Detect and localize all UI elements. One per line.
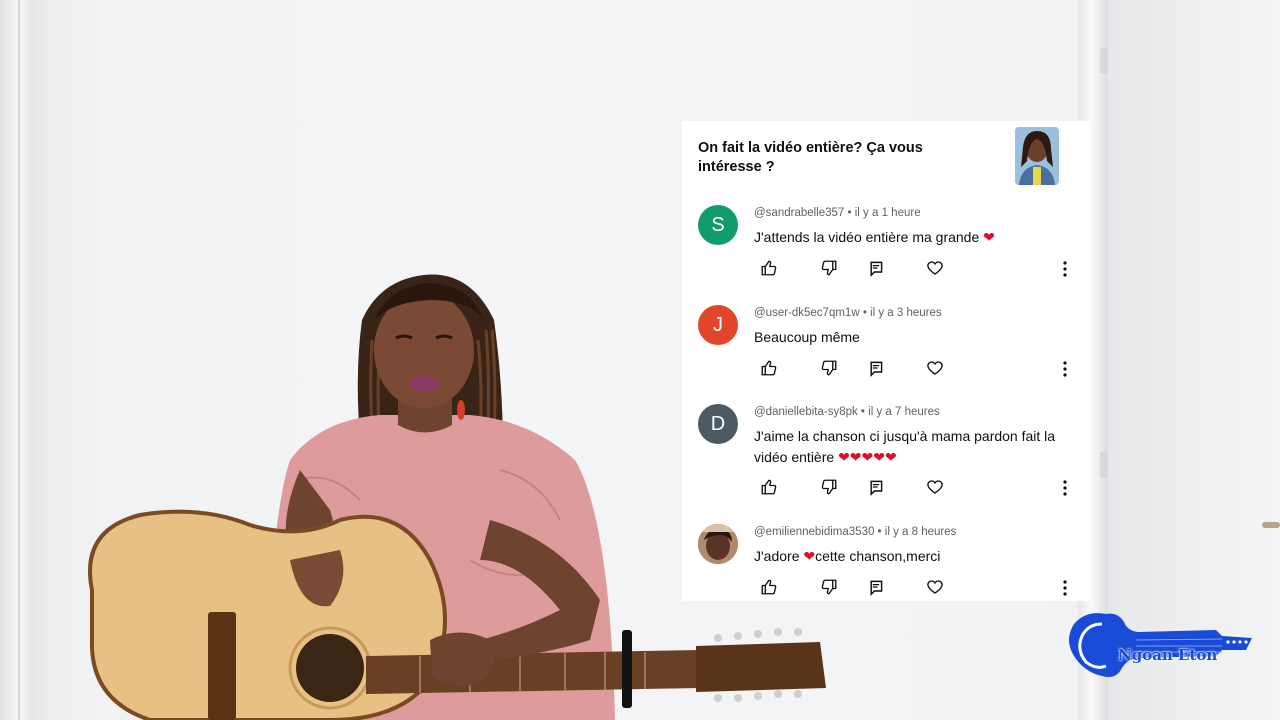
video-frame: On fait la vidéo entière? Ça vous intére… [0,0,1280,720]
heart-icon[interactable] [926,478,946,498]
like-icon[interactable] [760,359,780,379]
heart-emoji: ❤ [983,229,995,245]
more-icon[interactable] [1058,359,1072,379]
heart-emoji: ❤❤❤❤❤ [838,448,897,465]
comment-text: Beaucoup même [754,327,1074,348]
post-thumbnail[interactable] [1015,127,1059,185]
comment-text-body: J'adore [754,548,804,564]
comment-text-body: J'aime la chanson ci jusqu'à mama pardon… [754,428,1056,465]
heart-icon[interactable] [926,578,946,598]
comment-time: • il y a 7 heures [857,406,940,418]
dislike-icon[interactable] [820,478,840,498]
comment-text: J'attends la vidéo entière ma grande ❤ [754,227,1074,248]
comment-panel: On fait la vidéo entière? Ça vous intére… [682,121,1090,601]
avatar-photo [698,524,738,564]
like-icon[interactable] [760,478,780,498]
comment-actions [754,478,1074,500]
more-icon[interactable] [1058,478,1072,498]
avatar[interactable]: D [698,404,738,444]
reply-icon[interactable] [868,478,888,498]
comment-time: • il y a 3 heures [859,307,942,319]
comment-author[interactable]: @daniellebita-sy8pk [754,406,858,418]
comment-meta: @emiliennebidima3530 • il y a 8 heures [754,526,956,538]
comment-actions [754,259,1074,281]
comment-actions [754,578,1074,600]
more-icon[interactable] [1058,259,1072,279]
avatar[interactable]: J [698,305,738,345]
comment-author[interactable]: @sandrabelle357 [754,207,844,219]
comment-meta: @sandrabelle357 • il y a 1 heure [754,207,921,219]
comment-text: J'adore ❤cette chanson,merci [754,546,1074,567]
avatar[interactable]: S [698,205,738,245]
comment-text-body: cette chanson,merci [815,548,941,564]
comment-text-body: J'attends la vidéo entière ma grande [754,229,980,245]
comment-meta: @daniellebita-sy8pk • il y a 7 heures [754,406,940,418]
comment-author[interactable]: @emiliennebidima3530 [754,526,874,538]
like-icon[interactable] [760,259,780,279]
comment-meta: @user-dk5ec7qm1w • il y a 3 heures [754,307,942,319]
logo-text: Ngoan Eton [1118,646,1218,664]
reply-icon[interactable] [868,259,888,279]
comment-time: • il y a 1 heure [844,207,921,219]
comment-text-body: Beaucoup même [754,329,860,345]
comment-text: J'aime la chanson ci jusqu'à mama pardon… [754,426,1064,467]
channel-logo: Ngoan Eton [1066,606,1256,686]
avatar[interactable] [698,524,738,564]
post-title: On fait la vidéo entière? Ça vous intére… [698,140,923,175]
like-icon[interactable] [760,578,780,598]
heart-icon[interactable] [926,259,946,279]
heart-emoji: ❤ [803,548,816,564]
heart-icon[interactable] [926,359,946,379]
dislike-icon[interactable] [820,259,840,279]
dislike-icon[interactable] [820,359,840,379]
reply-icon[interactable] [868,359,888,379]
comment-actions [754,359,1074,381]
dislike-icon[interactable] [820,578,840,598]
comment-time: • il y a 8 heures [874,526,957,538]
more-icon[interactable] [1058,578,1072,598]
comment-author[interactable]: @user-dk5ec7qm1w [754,307,860,319]
thumbnail-image [1015,127,1059,185]
reply-icon[interactable] [868,578,888,598]
